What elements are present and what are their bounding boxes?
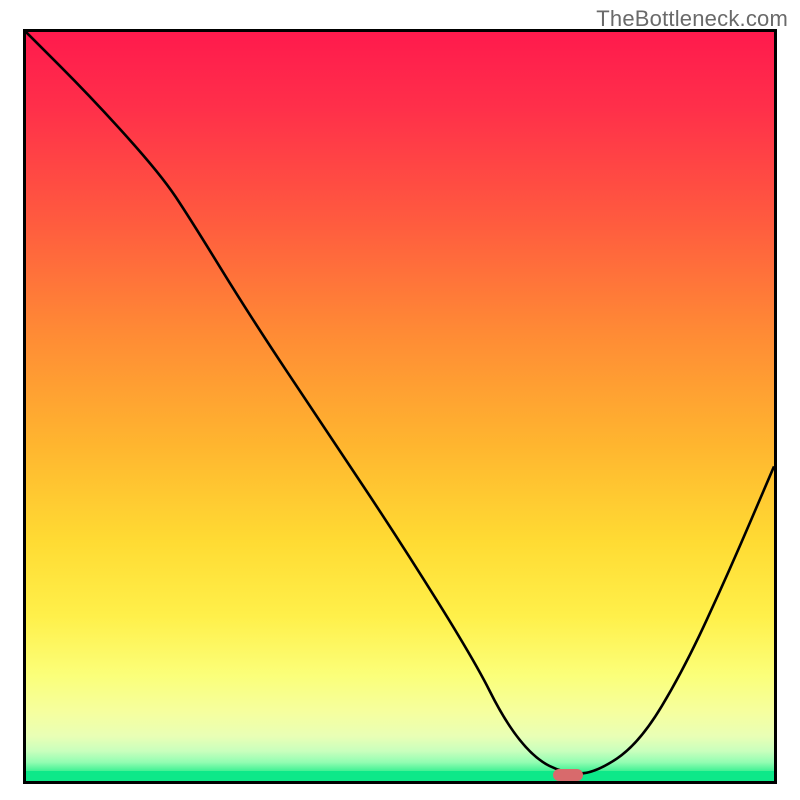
- curve-line: [26, 32, 774, 774]
- chart-container: TheBottleneck.com: [0, 0, 800, 800]
- plot-area: [23, 29, 777, 784]
- min-marker-pill: [553, 769, 583, 781]
- curve-svg: [26, 32, 774, 781]
